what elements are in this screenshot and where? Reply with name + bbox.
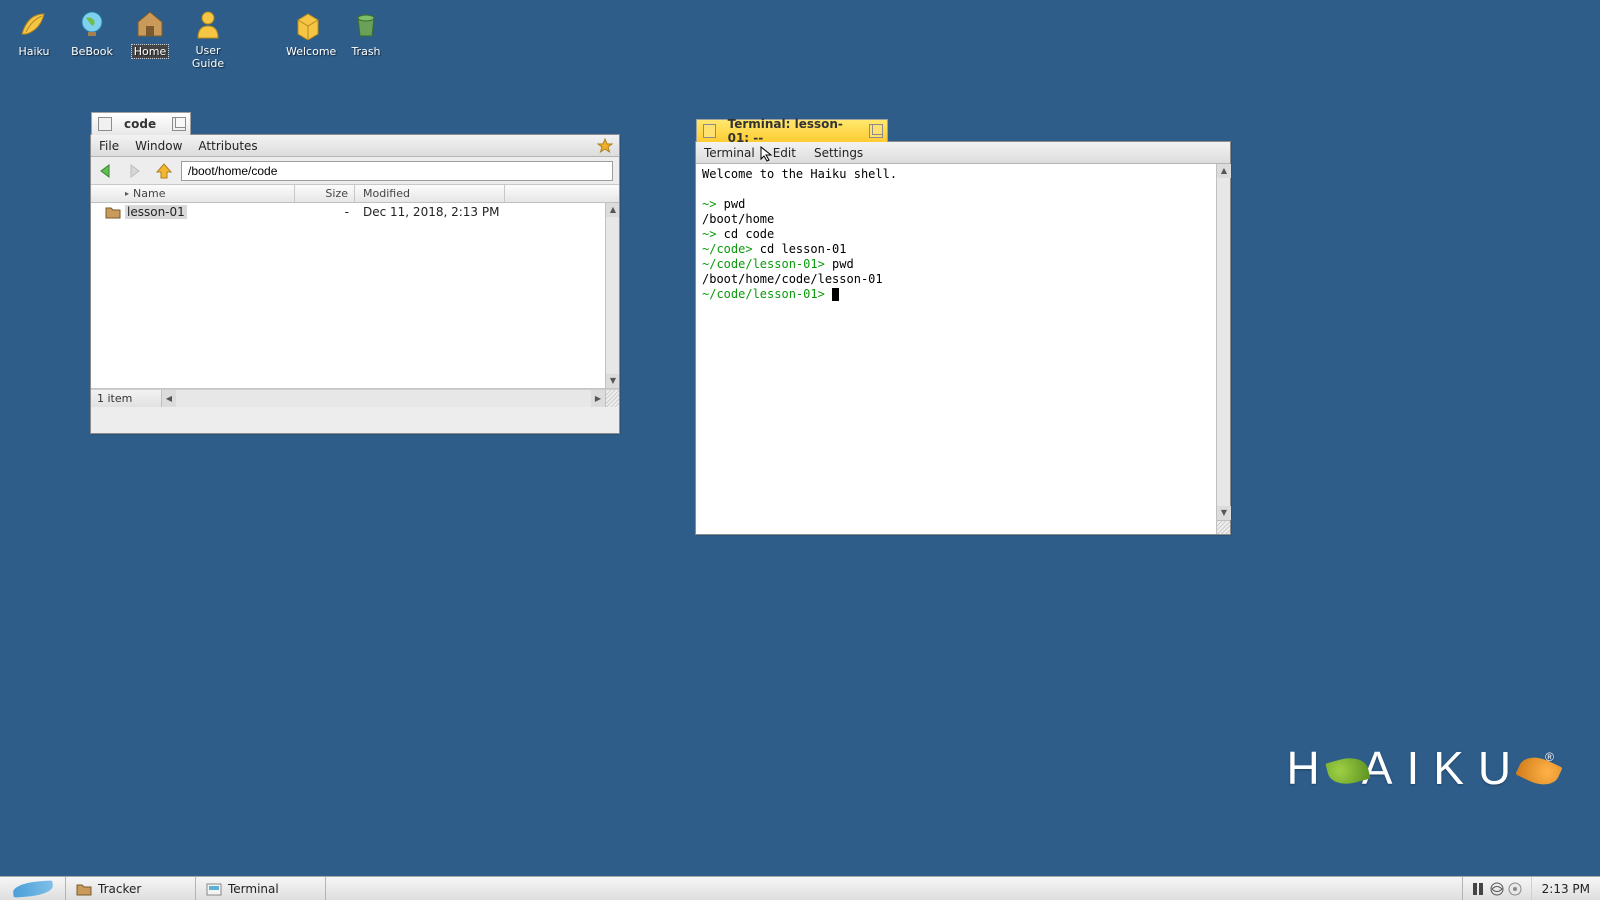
system-tray: [1462, 877, 1531, 900]
person-icon: [192, 8, 224, 40]
tracker-titlebar[interactable]: code: [91, 112, 191, 135]
leaf-icon: [18, 8, 50, 40]
desktop-icon-label: Trash: [349, 45, 382, 58]
zoom-icon[interactable]: [869, 124, 883, 138]
terminal-titlebar[interactable]: Terminal: lesson-01: --: [696, 119, 888, 142]
desktop-icon-label: BeBook: [69, 45, 115, 58]
scroll-right-icon[interactable]: ▶: [591, 390, 605, 407]
vertical-scrollbar[interactable]: ▲ ▼: [605, 203, 619, 388]
desktop-icon-trash[interactable]: Trash: [342, 8, 390, 70]
desktop-icon-welcome[interactable]: Welcome: [284, 8, 332, 70]
folder-icon: [76, 882, 92, 896]
scroll-down-icon[interactable]: ▼: [1217, 506, 1231, 520]
back-button[interactable]: [97, 161, 119, 181]
tray-disc-icon[interactable]: [1507, 881, 1523, 897]
desktop-icon-userguide[interactable]: User Guide: [184, 8, 232, 70]
scroll-left-icon[interactable]: ◀: [162, 390, 176, 407]
desktop-icon-label: User Guide: [184, 44, 232, 70]
terminal-icon: [206, 882, 222, 896]
task-label: Tracker: [98, 882, 141, 896]
desktop-icons: Haiku BeBook Home User Guide Welcome Tra…: [10, 8, 390, 70]
vertical-scrollbar[interactable]: ▲ ▼: [1216, 164, 1230, 520]
file-list[interactable]: lesson-01 - Dec 11, 2018, 2:13 PM ▲ ▼: [91, 203, 619, 389]
item-count: 1 item: [97, 392, 132, 405]
terminal-window: Terminal: lesson-01: -- Terminal Edit Se…: [695, 141, 1231, 535]
file-name: lesson-01: [125, 205, 295, 219]
menu-window[interactable]: Window: [135, 139, 182, 153]
terminal-body[interactable]: Welcome to the Haiku shell. ~> pwd /boot…: [696, 164, 1230, 534]
globe-icon: [76, 8, 108, 40]
file-row[interactable]: lesson-01 - Dec 11, 2018, 2:13 PM: [91, 203, 619, 221]
deskbar-leaf-button[interactable]: [0, 877, 66, 900]
close-icon[interactable]: [703, 124, 716, 138]
column-size[interactable]: Size: [295, 185, 355, 202]
column-spacer: [505, 185, 619, 202]
haiku-logo: HAIKU®: [1287, 741, 1554, 795]
terminal-output[interactable]: Welcome to the Haiku shell. ~> pwd /boot…: [696, 164, 1230, 520]
menu-terminal[interactable]: Terminal: [704, 146, 755, 160]
up-button[interactable]: [153, 161, 175, 181]
resize-handle[interactable]: [605, 390, 619, 407]
desktop-icon-home[interactable]: Home: [126, 8, 174, 70]
desktop-icon-label: Home: [132, 45, 168, 58]
taskbar-spacer: [326, 877, 1462, 900]
file-modified: Dec 11, 2018, 2:13 PM: [355, 205, 499, 219]
scroll-up-icon[interactable]: ▲: [606, 203, 619, 217]
box-icon: [292, 8, 324, 40]
tray-proc-icon[interactable]: [1471, 881, 1487, 897]
status-bar: 1 item ◀ ▶: [91, 389, 619, 407]
tray-network-icon[interactable]: [1489, 881, 1505, 897]
menu-edit[interactable]: Edit: [773, 146, 796, 160]
home-folder-icon: [134, 8, 166, 40]
desktop-icon-haiku[interactable]: Haiku: [10, 8, 58, 70]
window-title: code: [124, 117, 156, 131]
folder-icon: [91, 205, 125, 219]
tracker-toolbar: [91, 157, 619, 185]
resize-handle[interactable]: [1216, 520, 1230, 534]
scroll-down-icon[interactable]: ▼: [606, 374, 619, 388]
desktop-icon-label: Welcome: [284, 45, 338, 58]
taskbar-item-tracker[interactable]: Tracker: [66, 877, 196, 900]
taskbar-item-terminal[interactable]: Terminal: [196, 877, 326, 900]
favorites-icon[interactable]: [597, 138, 613, 154]
terminal-menubar: Terminal Edit Settings: [696, 142, 1230, 164]
tracker-menubar: File Window Attributes: [91, 135, 619, 157]
window-title: Terminal: lesson-01: --: [728, 117, 861, 145]
menu-settings[interactable]: Settings: [814, 146, 863, 160]
tracker-window: code File Window Attributes Name Size Mo…: [90, 134, 620, 434]
task-label: Terminal: [228, 882, 279, 896]
scroll-up-icon[interactable]: ▲: [1217, 164, 1231, 178]
column-headers: Name Size Modified: [91, 185, 619, 203]
horizontal-scrollbar[interactable]: ◀ ▶: [161, 390, 605, 407]
file-size: -: [295, 205, 355, 219]
forward-button[interactable]: [125, 161, 147, 181]
feather-icon: [12, 880, 53, 897]
column-name[interactable]: Name: [91, 185, 295, 202]
menu-file[interactable]: File: [99, 139, 119, 153]
desktop-icon-label: Haiku: [16, 45, 51, 58]
clock[interactable]: 2:13 PM: [1531, 877, 1600, 900]
close-icon[interactable]: [98, 117, 112, 131]
trash-icon: [350, 8, 382, 40]
taskbar: Tracker Terminal 2:13 PM: [0, 876, 1600, 900]
desktop-icon-bebook[interactable]: BeBook: [68, 8, 116, 70]
column-modified[interactable]: Modified: [355, 185, 505, 202]
path-input[interactable]: [181, 161, 613, 181]
zoom-icon[interactable]: [172, 117, 186, 131]
menu-attributes[interactable]: Attributes: [198, 139, 257, 153]
